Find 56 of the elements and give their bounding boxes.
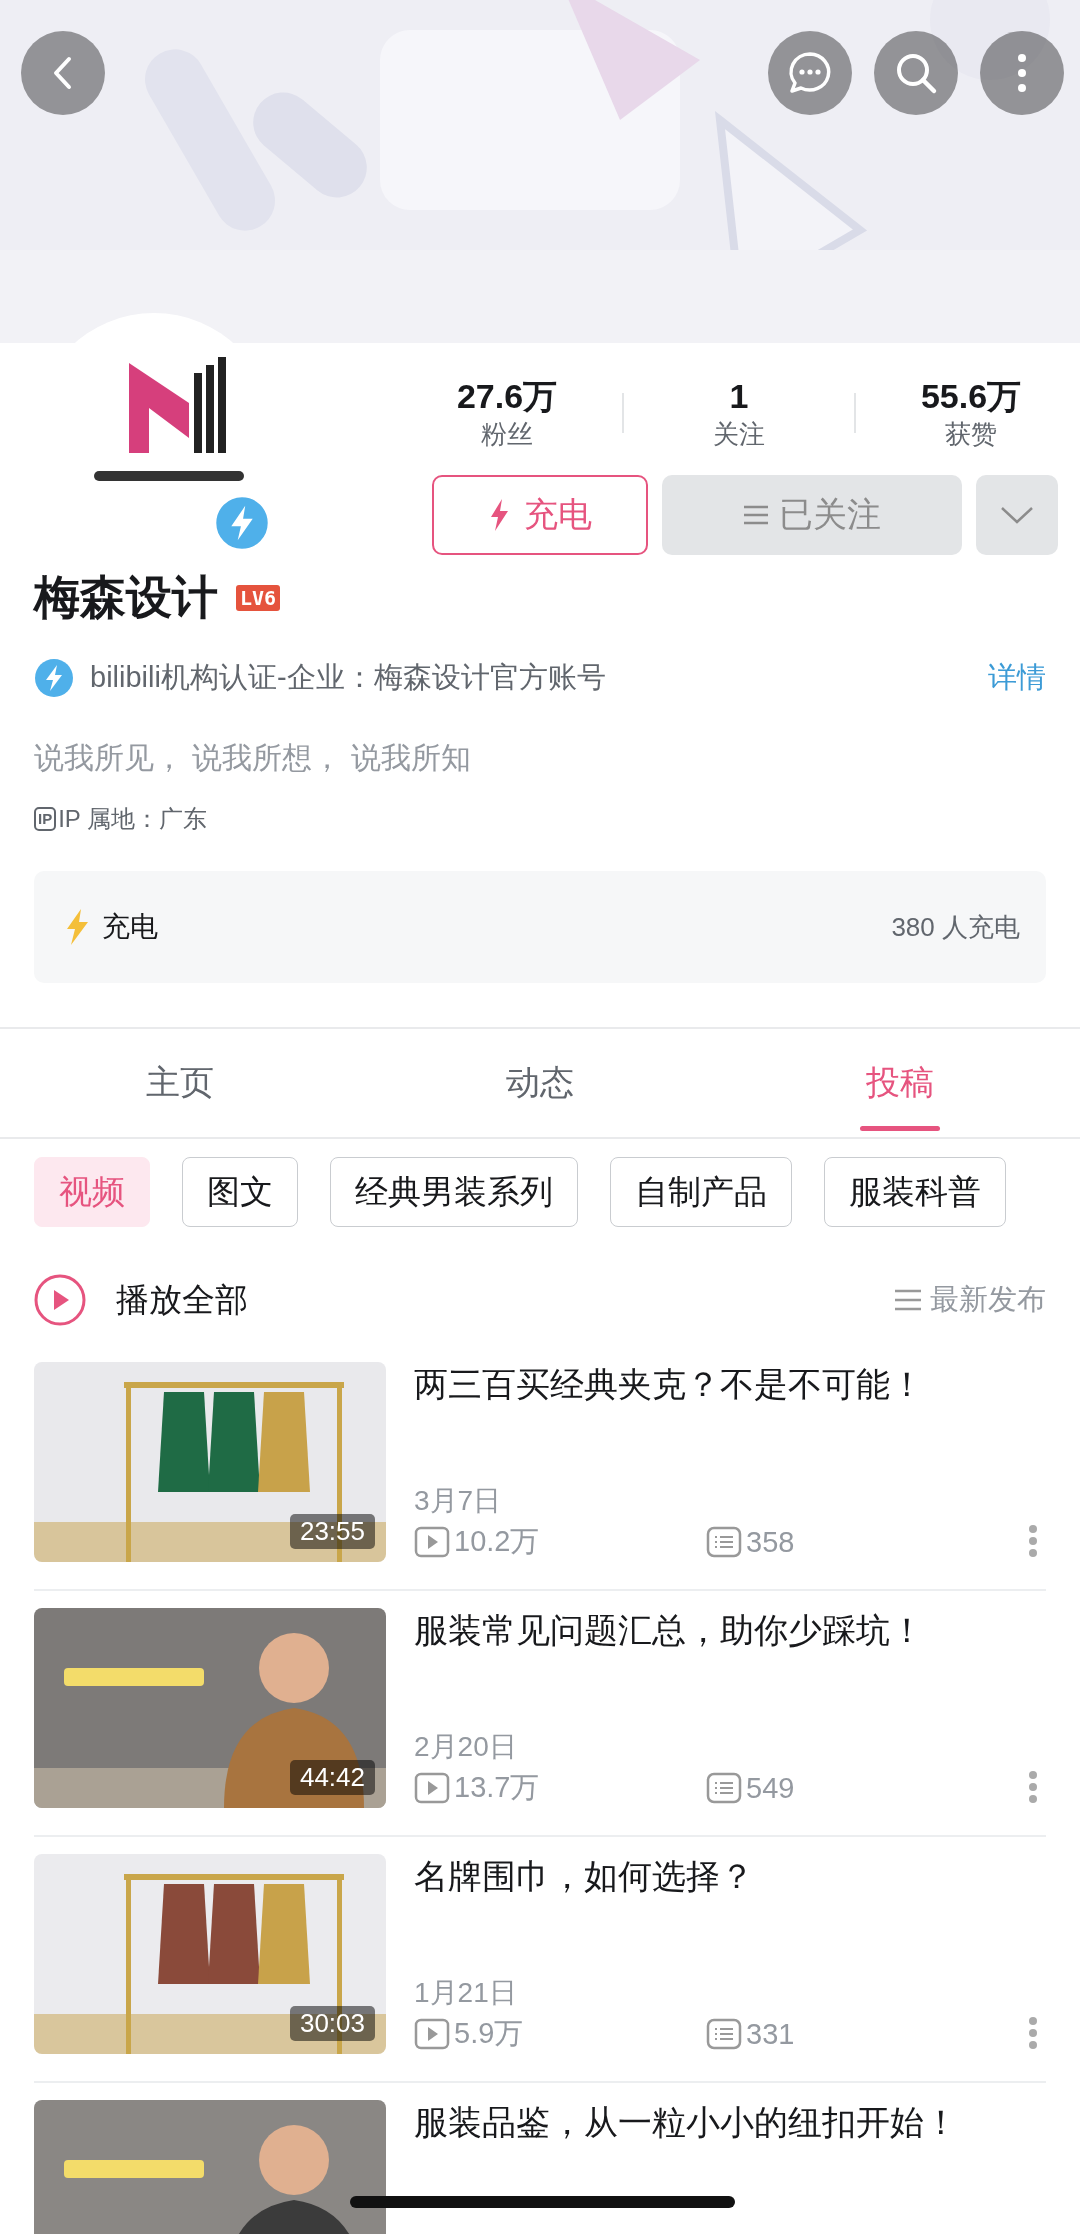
comment-icon bbox=[706, 1772, 742, 1804]
comment-count: 331 bbox=[746, 2017, 795, 2051]
video-duration: 44:42 bbox=[289, 1760, 375, 1795]
charge-label: 充电 bbox=[102, 910, 159, 944]
ip-badge: IP bbox=[34, 807, 57, 831]
video-title[interactable]: 服装常见问题汇总，助你少踩坑！ bbox=[414, 1608, 1046, 1652]
stat-label: 粉丝 bbox=[481, 418, 533, 451]
filter-chip[interactable]: 图文 bbox=[182, 1157, 298, 1227]
video-title[interactable]: 两三百买经典夹克？不是不可能！ bbox=[414, 1362, 1046, 1406]
stat-value: 55.6万 bbox=[920, 376, 1022, 417]
level-badge: LV6 bbox=[236, 585, 281, 611]
play-count-icon bbox=[414, 2018, 450, 2050]
view-count: 13.7万 bbox=[454, 1770, 541, 1805]
lightning-icon bbox=[488, 498, 510, 532]
chevron-down-icon bbox=[1000, 505, 1034, 525]
menu-icon bbox=[743, 504, 769, 526]
view-count: 5.9万 bbox=[454, 2016, 525, 2051]
charge-count: 380 人充电 bbox=[891, 910, 1020, 944]
channel-name: 梅森设计 bbox=[34, 570, 218, 625]
more-icon bbox=[1028, 1769, 1038, 1804]
filter-chip[interactable]: 经典男装系列 bbox=[330, 1157, 578, 1227]
play-count-icon bbox=[414, 1526, 450, 1558]
view-count: 10.2万 bbox=[454, 1524, 541, 1559]
filter-chip[interactable]: 自制产品 bbox=[610, 1157, 792, 1227]
play-count-icon bbox=[414, 1772, 450, 1804]
stat-label: 获赞 bbox=[945, 418, 997, 451]
stat-value: 1 bbox=[729, 376, 749, 417]
tab[interactable]: 动态 bbox=[360, 1029, 720, 1137]
comment-count: 358 bbox=[746, 1525, 795, 1559]
comment-icon bbox=[706, 1526, 742, 1558]
video-duration: 23:55 bbox=[289, 1514, 375, 1549]
verified-icon bbox=[34, 658, 74, 698]
filter-chip[interactable]: 服装科普 bbox=[824, 1157, 1006, 1227]
lightning-icon bbox=[64, 908, 90, 946]
charge-card[interactable]: 充电 380 人充电 bbox=[34, 871, 1046, 983]
upload-date: 2月20日 bbox=[414, 1730, 518, 1764]
upload-date: 1月21日 bbox=[414, 1976, 518, 2010]
video-title[interactable]: 名牌围巾，如何选择？ bbox=[414, 1854, 1046, 1898]
bio-text: 说我所见， 说我所想， 说我所知 bbox=[34, 740, 472, 776]
charge-button[interactable]: 充电 bbox=[432, 475, 648, 555]
more-icon bbox=[1028, 1523, 1038, 1558]
ip-location-text: IP 属地：广东 bbox=[58, 804, 208, 834]
upload-date: 3月7日 bbox=[414, 1484, 503, 1518]
play-all-button[interactable]: 播放全部 bbox=[34, 1274, 248, 1326]
menu-icon bbox=[894, 1289, 922, 1311]
tab[interactable]: 投稿 bbox=[720, 1029, 1080, 1137]
video-duration: 30:03 bbox=[289, 2006, 375, 2041]
comment-count: 549 bbox=[746, 1771, 795, 1805]
verification-text: bilibili机构认证-企业：梅森设计官方账号 bbox=[90, 660, 607, 695]
comment-icon bbox=[706, 2018, 742, 2050]
more-icon bbox=[1028, 2015, 1038, 2050]
video-title[interactable]: 服装品鉴，从一粒小小的纽扣开始！ bbox=[414, 2100, 1046, 2144]
play-circle-icon bbox=[34, 1274, 86, 1326]
tab[interactable]: 主页 bbox=[0, 1029, 360, 1137]
stat-value: 27.6万 bbox=[456, 376, 558, 417]
stat-label: 关注 bbox=[713, 418, 765, 451]
